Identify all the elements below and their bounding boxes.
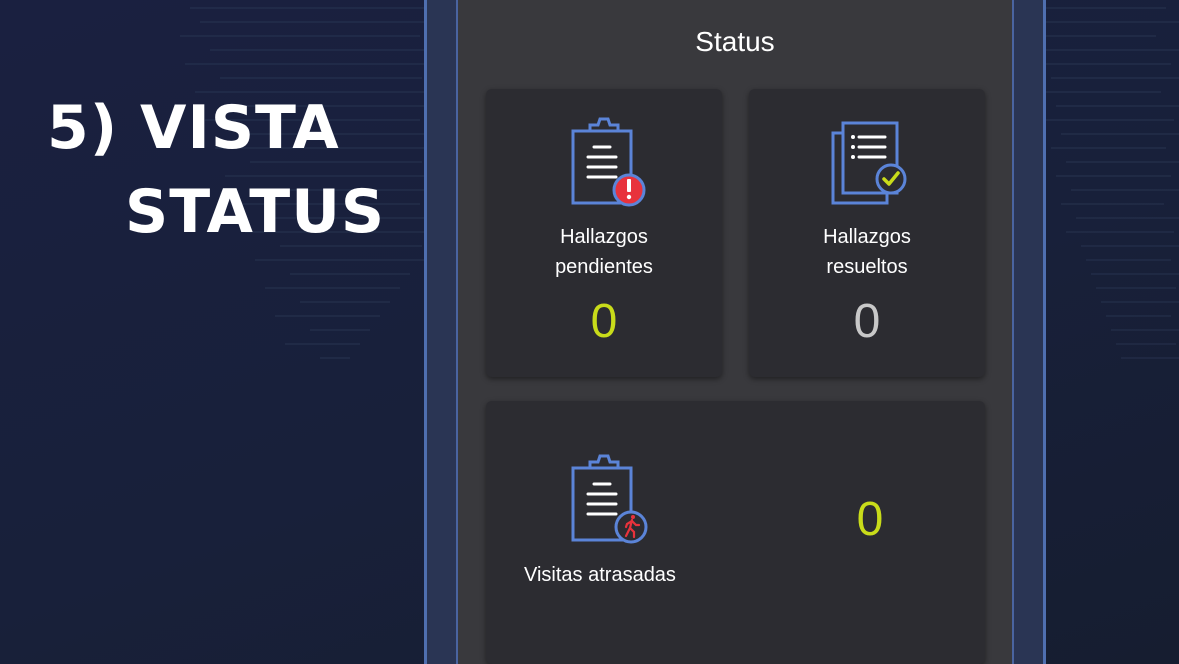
clipboard-alert-icon <box>571 117 646 207</box>
slide-title: 5) VISTA STATUS <box>47 86 385 254</box>
background-lines-right <box>1046 7 1179 359</box>
card-visitas-atrasadas[interactable]: Visitas atrasadas 0 <box>486 401 985 664</box>
card-label-line1: Hallazgos <box>823 226 911 248</box>
card-value: 0 <box>590 295 618 348</box>
card-label-line1: Hallazgos <box>560 226 648 248</box>
card-value: 0 <box>856 493 884 546</box>
card-label-line2: resueltos <box>826 256 908 278</box>
clipboard-walking-icon <box>571 454 648 544</box>
card-hallazgos-resueltos[interactable]: Hallazgos resueltos 0 <box>749 89 985 377</box>
card-value: 0 <box>853 295 881 348</box>
screen-title: Status <box>695 26 775 57</box>
clipboard-check-icon <box>831 121 907 205</box>
card-label: Hallazgos pendientes <box>486 222 722 282</box>
card-label-line2: pendientes <box>555 256 653 278</box>
slide-title-line1: 5) VISTA <box>47 93 340 163</box>
card-label: Visitas atrasadas <box>524 564 676 586</box>
card-hallazgos-pendientes[interactable]: Hallazgos pendientes 0 <box>486 89 722 377</box>
slide-title-line2: STATUS <box>125 177 386 247</box>
phone-screen: Status Hallazgos pendientes 0 Hallazgos … <box>456 0 1014 664</box>
card-label: Hallazgos resueltos <box>749 222 985 282</box>
